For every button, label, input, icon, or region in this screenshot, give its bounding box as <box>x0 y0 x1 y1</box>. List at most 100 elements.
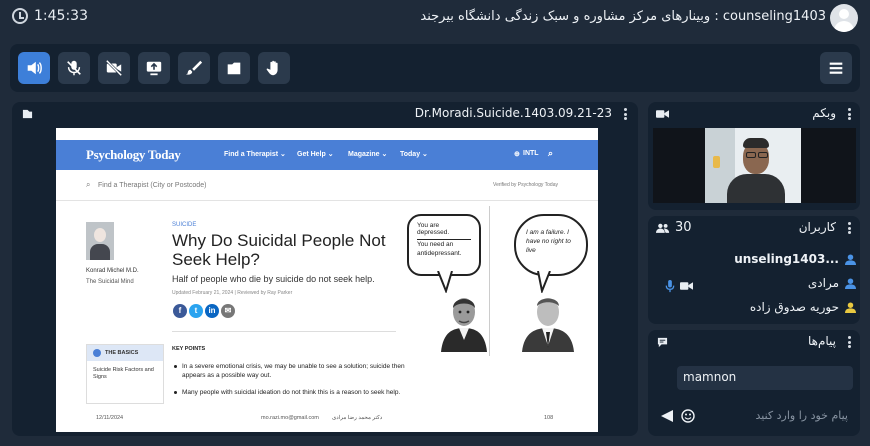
hamburger-icon <box>829 62 843 74</box>
webcam-title: وبکم <box>812 106 836 120</box>
author-name: Konrad Michel M.D. <box>86 268 139 274</box>
users-title: کاربران <box>798 220 836 234</box>
bubble-text: You are depressed. <box>417 222 471 240</box>
user-item[interactable]: حوریه صدوق زاده <box>750 300 856 314</box>
nav-item: Magazine ⌄ <box>348 151 388 158</box>
slide-footer-name: دکتر محمد رضا مرادی <box>332 415 383 421</box>
nav-item: Today ⌄ <box>400 151 428 158</box>
speech-bubble-right: I am a failure. I have no right to live <box>514 214 588 276</box>
raise-hand-button[interactable] <box>258 52 290 84</box>
video-camera-icon <box>656 110 669 118</box>
therapist-search-row: ⌕ Find a Therapist (City or Postcode) Ve… <box>56 174 598 201</box>
author-blog: The Suicidal Mind <box>86 279 134 285</box>
top-bar: 1:45:33 counseling1403 : وبینارهای مرکز … <box>0 0 870 36</box>
bubble-text: I am a failure. I have no right to live <box>526 229 571 254</box>
mic-icon[interactable] <box>665 280 675 293</box>
globe-icon: ⊕ <box>514 151 520 158</box>
speaker-icon <box>27 61 42 75</box>
article-meta: Updated February 21, 2024 | Reviewed by … <box>172 290 293 296</box>
article-divider <box>172 331 396 332</box>
site-logo: Psychology Today <box>86 147 181 162</box>
nav-intl: INTL <box>523 150 539 157</box>
users-icon <box>656 223 670 233</box>
bubble-text: You need an antidepressant. <box>417 241 462 257</box>
share-screen-icon <box>146 61 162 76</box>
slide-canvas: Psychology Today Find a Therapist ⌄ Get … <box>56 128 598 432</box>
raise-hand-icon <box>266 60 278 76</box>
brush-icon <box>185 60 203 75</box>
toolbar <box>10 44 860 92</box>
user-icon <box>845 277 856 289</box>
article-deck: Half of people who die by suicide do not… <box>172 274 375 284</box>
user-name: حوریه صدوق زاده <box>749 300 839 314</box>
users-header: 30 کاربران <box>648 216 860 240</box>
webcam-feed <box>705 128 801 203</box>
chat-icon <box>657 337 668 348</box>
more-options-icon[interactable] <box>848 336 852 348</box>
send-icon[interactable] <box>661 410 673 422</box>
therapist-search-placeholder: Find a Therapist (City or Postcode) <box>98 182 207 189</box>
slide-footer-date: 12/11/2024 <box>96 415 124 421</box>
linkedin-icon: in <box>205 304 219 318</box>
presentation-filename: Dr.Moradi.Suicide.1403.09.21-23 <box>414 106 612 120</box>
search-icon: ⌕ <box>86 180 91 189</box>
camera-off-icon <box>105 59 123 77</box>
nav-item: Find a Therapist ⌄ <box>224 151 286 158</box>
messages-header: پیام‌ها <box>648 330 860 354</box>
chat-message: mamnon <box>677 366 853 390</box>
slide-page-number: 108 <box>544 415 554 421</box>
author-photo <box>86 222 114 260</box>
chat-input-bar: پیام خود را وارد کنید <box>654 403 854 429</box>
more-options-icon[interactable] <box>848 108 852 120</box>
nav-item: Get Help ⌄ <box>297 151 334 158</box>
more-options-icon[interactable] <box>848 222 852 234</box>
avatar[interactable] <box>830 4 858 32</box>
basics-title: THE BASICS <box>87 345 163 361</box>
site-nav: Psychology Today Find a Therapist ⌄ Get … <box>56 140 598 170</box>
article-headline: Why Do Suicidal People Not Seek Help? <box>172 231 386 269</box>
timer-text: 1:45:33 <box>34 8 88 24</box>
mic-button[interactable] <box>58 52 90 84</box>
chat-input[interactable]: پیام خود را وارد کنید <box>755 409 848 422</box>
email-icon: ✉ <box>221 304 235 318</box>
more-options-icon[interactable] <box>624 108 628 120</box>
mic-off-icon <box>67 60 81 76</box>
file-icon <box>22 109 33 119</box>
users-count: 30 <box>675 220 692 235</box>
user-name: مرادی <box>807 276 839 290</box>
search-icon: ⌕ <box>548 148 554 158</box>
facebook-icon: f <box>173 304 187 318</box>
key-point: Many people with suicidal ideation do no… <box>174 388 422 397</box>
emoji-icon[interactable] <box>681 409 695 423</box>
user-item[interactable]: مرادی <box>808 276 856 290</box>
speech-bubble-left: You are depressed. You need an antidepre… <box>407 214 481 276</box>
key-points-title: KEY POINTS <box>172 346 206 352</box>
presentation-header: Dr.Moradi.Suicide.1403.09.21-23 <box>12 102 638 126</box>
speaker-button[interactable] <box>18 52 50 84</box>
chat-message-text: mamnon <box>683 370 737 384</box>
user-item[interactable]: ...unseling1403 <box>734 252 856 266</box>
article-tag: SUICIDE <box>172 222 197 228</box>
portrait-illustration <box>522 298 574 352</box>
user-icon <box>845 253 856 265</box>
menu-button[interactable] <box>820 52 852 84</box>
verified-label: Verified by Psychology Today <box>493 182 558 188</box>
clock-icon <box>12 8 28 24</box>
user-icon <box>845 301 856 313</box>
room-title: counseling1403 : وبینارهای مرکز مشاوره و… <box>420 9 826 24</box>
webcam-video <box>653 128 856 203</box>
share-screen-button[interactable] <box>138 52 170 84</box>
slide-footer-email: mo.razi.mo@gmail.com <box>261 415 319 421</box>
camera-button[interactable] <box>98 52 130 84</box>
illustration-divider <box>489 206 490 356</box>
webcam-header: وبکم <box>648 102 860 126</box>
basics-link: Suicide Risk Factors and Signs <box>93 367 154 380</box>
folder-icon <box>227 62 241 75</box>
files-button[interactable] <box>218 52 250 84</box>
video-camera-icon[interactable] <box>680 281 693 291</box>
portrait-illustration <box>441 298 487 352</box>
twitter-icon: t <box>189 304 203 318</box>
session-timer: 1:45:33 <box>12 8 88 24</box>
whiteboard-button[interactable] <box>178 52 210 84</box>
user-name: ...unseling1403 <box>734 252 839 266</box>
